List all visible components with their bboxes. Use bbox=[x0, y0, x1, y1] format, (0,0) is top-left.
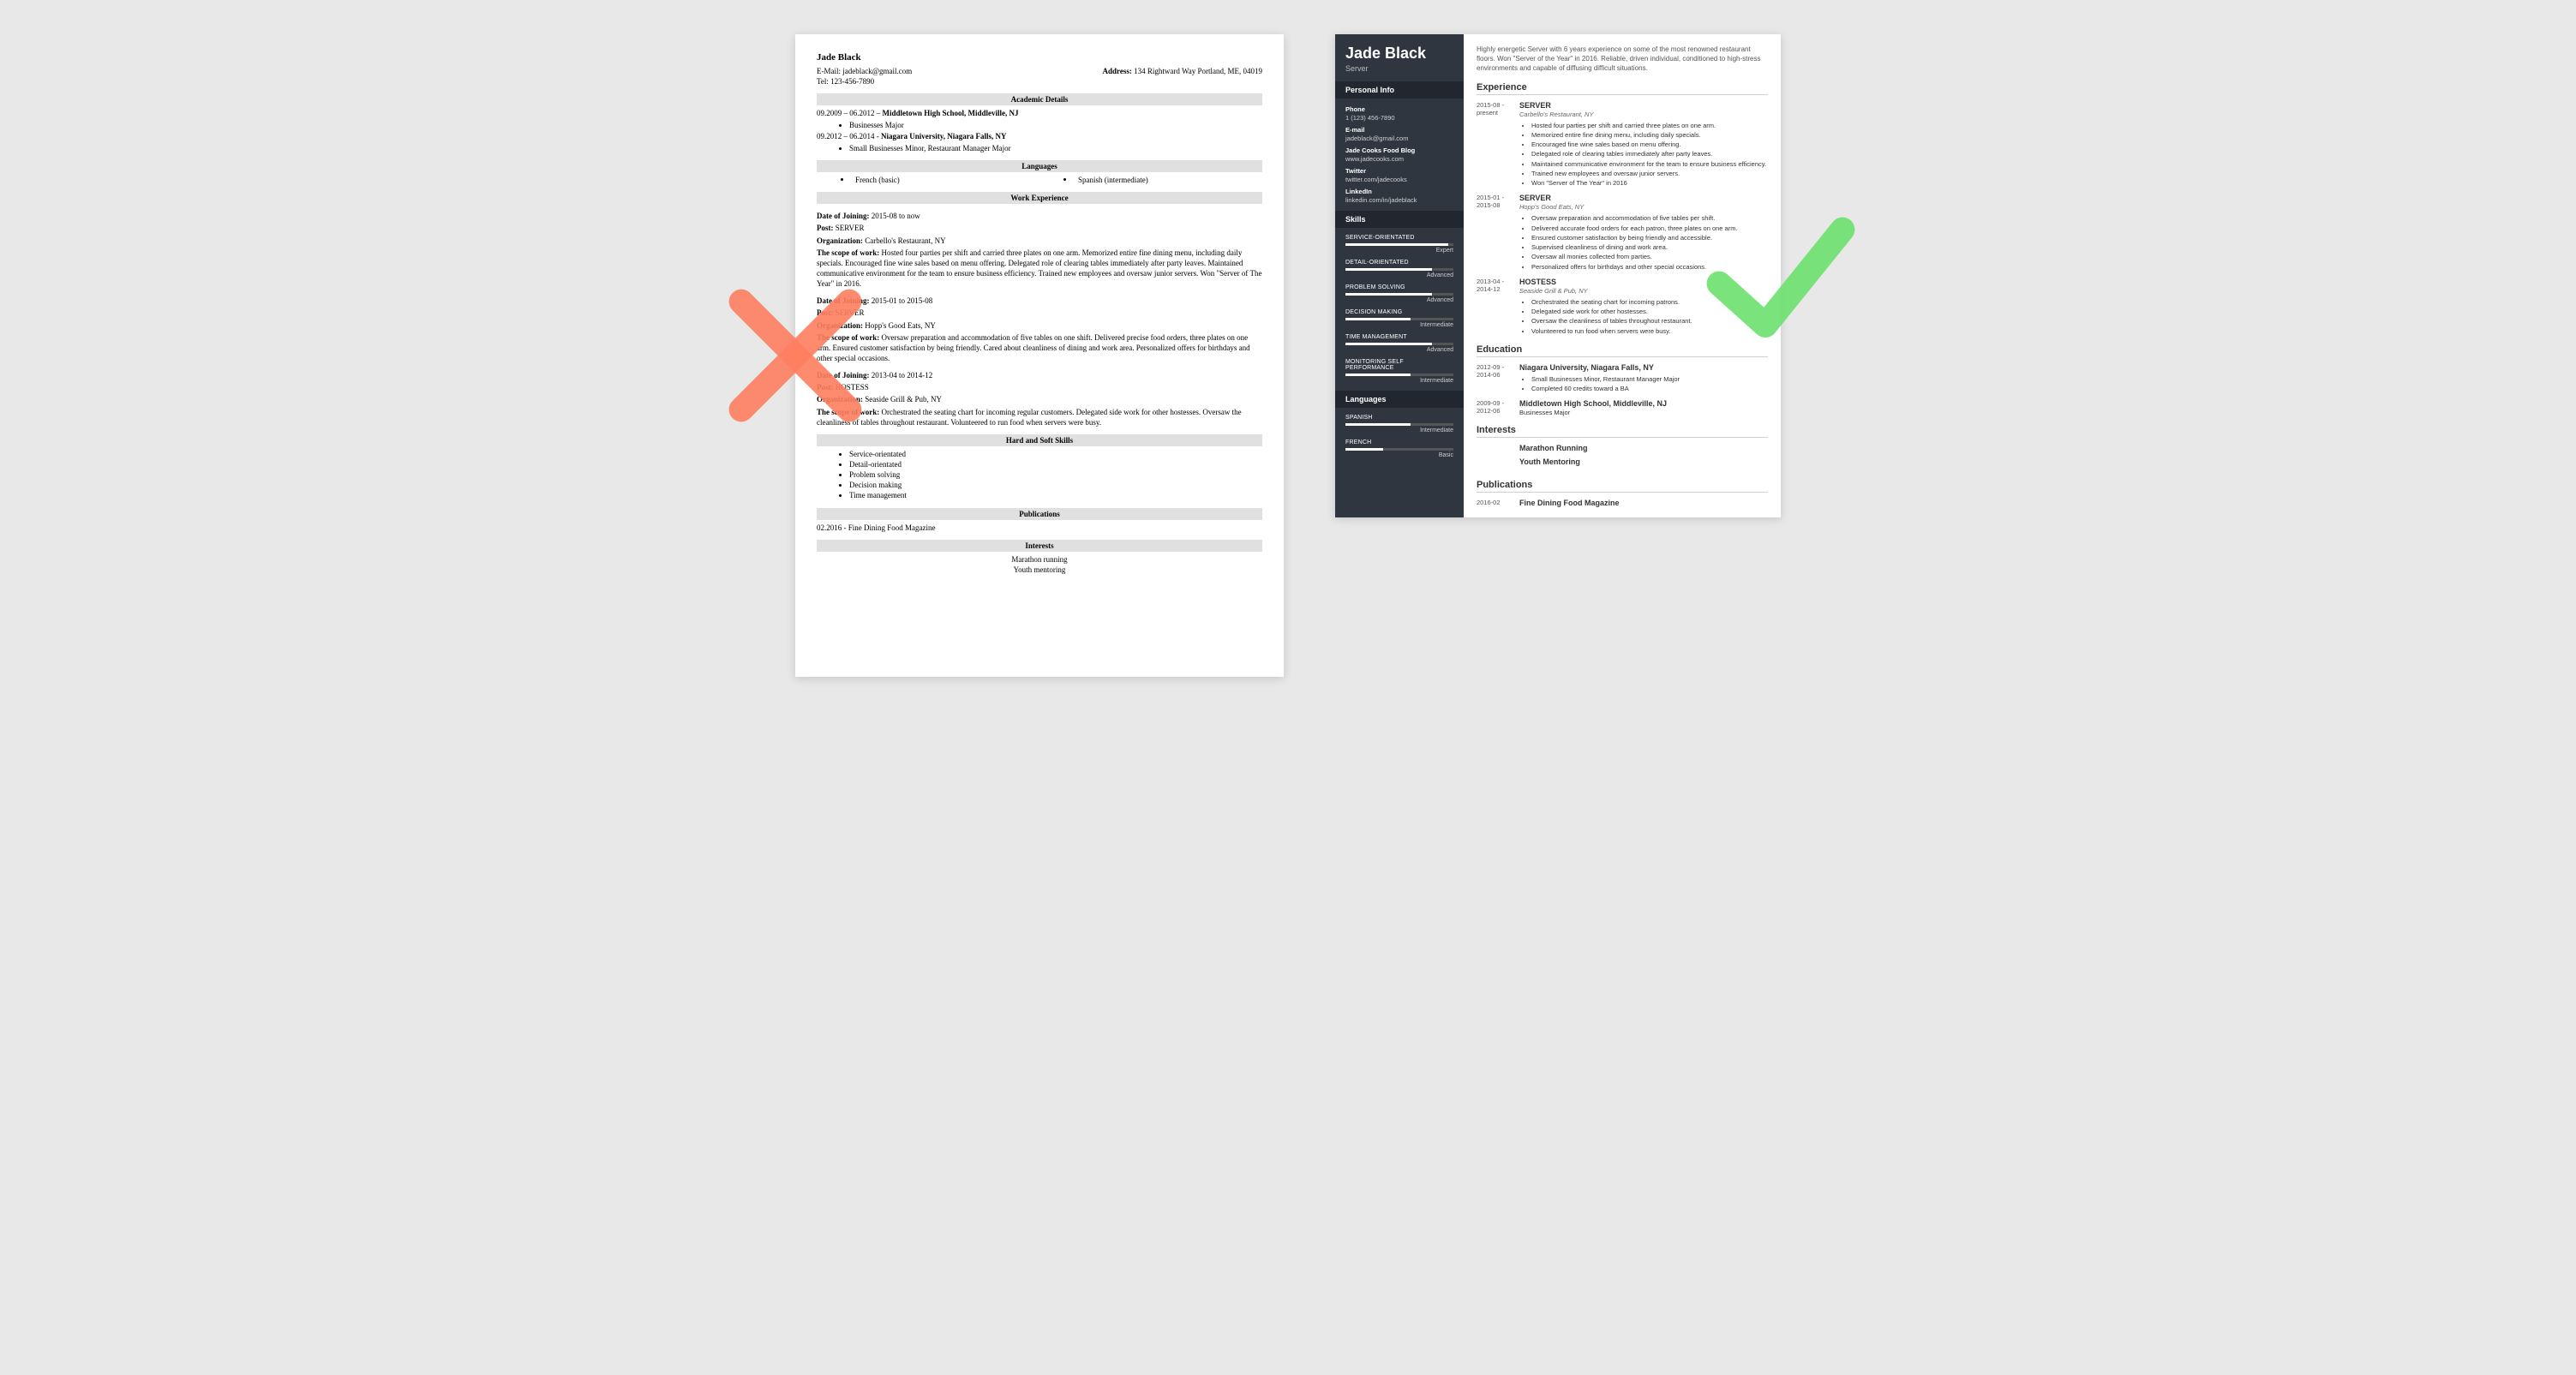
info-label: Jade Cooks Food Blog bbox=[1345, 146, 1453, 154]
academic-entry: 09.2012 – 06.2014 - Niagara University, … bbox=[817, 131, 1262, 141]
skill-bar: FRENCHBasic bbox=[1345, 439, 1453, 458]
skill-bar: MONITORING SELF PERFORMANCEIntermediate bbox=[1345, 359, 1453, 384]
skill-bar: SERVICE-ORIENTATEDExpert bbox=[1345, 235, 1453, 254]
section-academic: Academic Details bbox=[817, 93, 1262, 105]
email-line: E-Mail: jadeblack@gmail.com bbox=[817, 66, 912, 76]
academic-bullet: Small Businesses Minor, Restaurant Manag… bbox=[849, 143, 1262, 153]
info-value: linkedin.com/in/jadeblack bbox=[1345, 196, 1453, 204]
info-label: Twitter bbox=[1345, 167, 1453, 175]
header-publications: Publications bbox=[1477, 480, 1768, 493]
info-label: Phone bbox=[1345, 105, 1453, 113]
job-entry: Date of Joining: 2015-08 to nowPost: SER… bbox=[817, 211, 1262, 289]
entry-bullet: Memorized entire fine dining menu, inclu… bbox=[1531, 130, 1768, 140]
tel-line: Tel: 123-456-7890 bbox=[817, 76, 1262, 87]
skill-bar: SPANISHIntermediate bbox=[1345, 415, 1453, 433]
skill-bar: PROBLEM SOLVINGAdvanced bbox=[1345, 284, 1453, 303]
interest-item: Marathon running bbox=[817, 554, 1262, 565]
left-resume-wrap: Jade Black E-Mail: jadeblack@gmail.com A… bbox=[795, 34, 1284, 677]
skill-item: Service-orientated bbox=[849, 449, 1262, 459]
right-resume-wrap: Jade Black Server Personal Info Phone1 (… bbox=[1335, 34, 1781, 517]
entry-bullet: Encouraged fine wine sales based on menu… bbox=[1531, 140, 1768, 149]
entry-dates: 2009-09 - 2012-06 bbox=[1477, 399, 1519, 416]
skill-item: Time management bbox=[849, 490, 1262, 500]
info-value: jadeblack@gmail.com bbox=[1345, 135, 1453, 142]
entry-row: 2012-09 - 2014-06Niagara University, Nia… bbox=[1477, 363, 1768, 394]
entry-dates: 2016-02 bbox=[1477, 499, 1519, 507]
entry-row: 2016-02Fine Dining Food Magazine bbox=[1477, 499, 1768, 507]
entry-dates: 2015-08 - present bbox=[1477, 101, 1519, 188]
skill-bar: TIME MANAGEMENTAdvanced bbox=[1345, 334, 1453, 353]
job-entry: Date of Joining: 2015-01 to 2015-08Post:… bbox=[817, 296, 1262, 363]
language-item: French (basic) bbox=[817, 175, 1039, 185]
section-work: Work Experience bbox=[817, 192, 1262, 204]
section-languages: Languages bbox=[817, 160, 1262, 172]
entry-bullet: Won "Server of The Year" in 2016 bbox=[1531, 178, 1768, 188]
info-value: www.jadecooks.com bbox=[1345, 155, 1453, 163]
sidebar-header-skills: Skills bbox=[1335, 211, 1464, 228]
entry-plain: Businesses Major bbox=[1519, 409, 1768, 416]
sidebar-header-info: Personal Info bbox=[1335, 81, 1464, 99]
interest-item: Marathon Running bbox=[1519, 444, 1768, 452]
entry-title: Niagara University, Niagara Falls, NY bbox=[1519, 363, 1768, 372]
entry-row: 2015-08 - presentSERVERCarbello's Restau… bbox=[1477, 101, 1768, 188]
sidebar: Jade Black Server Personal Info Phone1 (… bbox=[1335, 34, 1464, 517]
info-value: 1 (123) 456-7890 bbox=[1345, 114, 1453, 122]
summary: Highly energetic Server with 6 years exp… bbox=[1477, 45, 1768, 74]
section-skills: Hard and Soft Skills bbox=[817, 434, 1262, 446]
check-mark-icon bbox=[1704, 199, 1858, 353]
section-pubs: Publications bbox=[817, 508, 1262, 520]
entry-dates: 2012-09 - 2014-06 bbox=[1477, 363, 1519, 394]
job-entry: Date of Joining: 2013-04 to 2014-12Post:… bbox=[817, 370, 1262, 427]
info-label: LinkedIn bbox=[1345, 188, 1453, 195]
info-label: E-mail bbox=[1345, 126, 1453, 134]
entry-bullet: Small Businesses Minor, Restaurant Manag… bbox=[1531, 374, 1768, 384]
skill-item: Problem solving bbox=[849, 469, 1262, 480]
x-mark-icon bbox=[718, 278, 872, 433]
skill-bar: DETAIL-ORIENTATEDAdvanced bbox=[1345, 260, 1453, 278]
entry-dates: 2015-01 - 2015-08 bbox=[1477, 194, 1519, 272]
publication: 02.2016 - Fine Dining Food Magazine bbox=[817, 523, 1262, 533]
interest-item: Youth mentoring bbox=[817, 565, 1262, 575]
entry-bullet: Trained new employees and oversaw junior… bbox=[1531, 169, 1768, 178]
academic-bullet: Businesses Major bbox=[849, 120, 1262, 130]
entry-bullet: Hosted four parties per shift and carrie… bbox=[1531, 121, 1768, 130]
header-interests: Interests bbox=[1477, 425, 1768, 438]
candidate-name: Jade Black bbox=[817, 51, 1262, 64]
skill-item: Detail-orientated bbox=[849, 459, 1262, 469]
section-interests: Interests bbox=[817, 540, 1262, 552]
entry-title: Middletown High School, Middleville, NJ bbox=[1519, 399, 1768, 408]
entry-bullet: Completed 60 credits toward a BA bbox=[1531, 384, 1768, 393]
entry-org: Carbello's Restaurant, NY bbox=[1519, 111, 1768, 118]
skill-item: Decision making bbox=[849, 480, 1262, 490]
entry-row: 2009-09 - 2012-06Middletown High School,… bbox=[1477, 399, 1768, 416]
entry-bullet: Delegated role of clearing tables immedi… bbox=[1531, 149, 1768, 158]
skill-bar: DECISION MAKINGIntermediate bbox=[1345, 309, 1453, 328]
language-item: Spanish (intermediate) bbox=[1039, 175, 1262, 185]
entry-dates: 2013-04 - 2014-12 bbox=[1477, 278, 1519, 336]
candidate-name: Jade Black bbox=[1335, 34, 1464, 64]
header-experience: Experience bbox=[1477, 82, 1768, 95]
interest-item: Youth Mentoring bbox=[1519, 457, 1768, 466]
candidate-role: Server bbox=[1335, 64, 1464, 81]
info-value: twitter.com/jadecooks bbox=[1345, 176, 1453, 183]
address-line: Address: 134 Rightward Way Portland, ME,… bbox=[1103, 66, 1262, 76]
entry-title: SERVER bbox=[1519, 101, 1768, 110]
entry-title: Fine Dining Food Magazine bbox=[1519, 499, 1768, 507]
academic-entry: 09.2009 – 06.2012 – Middletown High Scho… bbox=[817, 108, 1262, 118]
entry-bullet: Maintained communicative environment for… bbox=[1531, 159, 1768, 169]
sidebar-header-langs: Languages bbox=[1335, 391, 1464, 408]
